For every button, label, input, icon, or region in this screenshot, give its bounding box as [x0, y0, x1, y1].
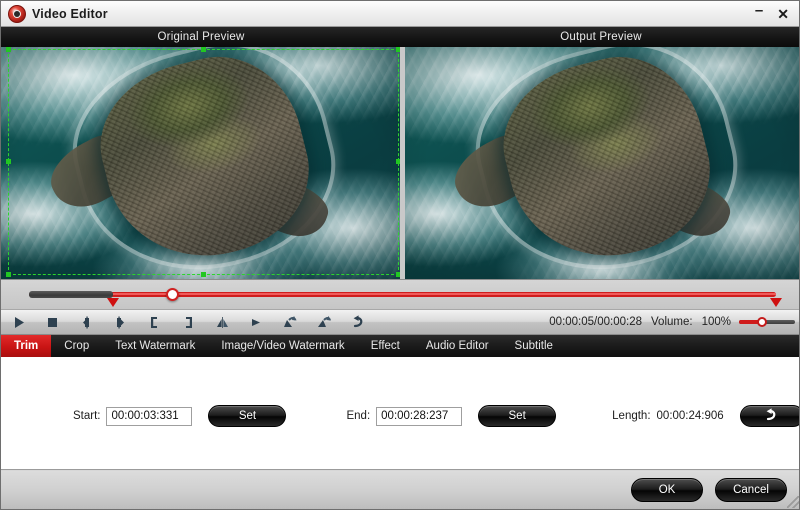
editor-tab-bar: Trim Crop Text Watermark Image/Video Wat…	[1, 335, 800, 357]
ok-button[interactable]: OK	[631, 478, 703, 502]
tab-subtitle[interactable]: Subtitle	[502, 335, 566, 357]
tab-audio-editor[interactable]: Audio Editor	[413, 335, 502, 357]
trim-controls-row: Start: Set End: Set Length: 00:00:24:906	[1, 405, 800, 427]
dialog-footer: OK Cancel	[1, 471, 800, 509]
length-label: Length:	[612, 410, 650, 422]
flip-horizontal-button[interactable]	[205, 310, 239, 334]
trim-end-marker[interactable]	[770, 298, 782, 307]
reset-button[interactable]	[341, 310, 375, 334]
playhead-handle[interactable]	[166, 288, 179, 301]
end-input[interactable]	[376, 407, 462, 426]
trim-start-marker[interactable]	[107, 298, 119, 307]
trim-reset-button[interactable]	[740, 405, 800, 427]
stop-button[interactable]	[35, 310, 69, 334]
timeline-bar[interactable]	[1, 279, 800, 309]
tab-text-watermark[interactable]: Text Watermark	[102, 335, 208, 357]
video-editor-window: Video Editor – ✕ Original Preview Output…	[0, 0, 800, 510]
play-button[interactable]	[1, 310, 35, 334]
end-set-button[interactable]: Set	[478, 405, 556, 427]
window-title: Video Editor	[32, 7, 108, 21]
tab-effect[interactable]: Effect	[358, 335, 413, 357]
volume-knob[interactable]	[757, 317, 767, 327]
close-button[interactable]: ✕	[777, 7, 789, 21]
title-bar: Video Editor – ✕	[1, 1, 800, 27]
preview-area	[1, 47, 800, 279]
playback-toolbar: 00:00:05/00:00:28 Volume: 100%	[1, 309, 800, 335]
output-preview-label: Output Preview	[401, 27, 800, 47]
timeline-track-selected[interactable]	[113, 293, 776, 295]
output-video-frame	[405, 47, 800, 279]
next-frame-button[interactable]	[103, 310, 137, 334]
resize-grip-icon[interactable]	[787, 496, 799, 508]
tab-trim[interactable]: Trim	[1, 335, 51, 357]
end-label: End:	[346, 410, 370, 422]
original-preview-pane[interactable]	[1, 47, 400, 279]
window-controls: – ✕	[755, 6, 800, 21]
original-preview-label: Original Preview	[1, 27, 401, 47]
volume-label: Volume:	[651, 316, 693, 328]
length-value: 00:00:24:906	[657, 410, 724, 422]
set-end-button[interactable]	[171, 310, 205, 334]
set-start-button[interactable]	[137, 310, 171, 334]
time-readout: 00:00:05/00:00:28	[549, 316, 642, 328]
minimize-button[interactable]: –	[755, 3, 763, 18]
flip-vertical-button[interactable]	[239, 310, 273, 334]
timeline-track-untrimmed[interactable]	[29, 291, 113, 298]
volume-value: 100%	[702, 316, 731, 328]
rotate-left-button[interactable]	[273, 310, 307, 334]
volume-slider[interactable]	[739, 312, 795, 332]
start-label: Start:	[73, 410, 100, 422]
cancel-button[interactable]: Cancel	[715, 478, 787, 502]
start-input[interactable]	[106, 407, 192, 426]
app-disc-icon	[8, 5, 26, 23]
preview-header-bar: Original Preview Output Preview	[1, 27, 800, 47]
original-video-frame	[1, 47, 400, 279]
tab-crop[interactable]: Crop	[51, 335, 102, 357]
trim-panel: Start: Set End: Set Length: 00:00:24:906	[1, 357, 800, 470]
output-preview-pane[interactable]	[405, 47, 800, 279]
previous-frame-button[interactable]	[69, 310, 103, 334]
undo-arrow-icon	[764, 408, 779, 425]
rotate-right-button[interactable]	[307, 310, 341, 334]
start-set-button[interactable]: Set	[208, 405, 286, 427]
tab-image-video-watermark[interactable]: Image/Video Watermark	[208, 335, 357, 357]
